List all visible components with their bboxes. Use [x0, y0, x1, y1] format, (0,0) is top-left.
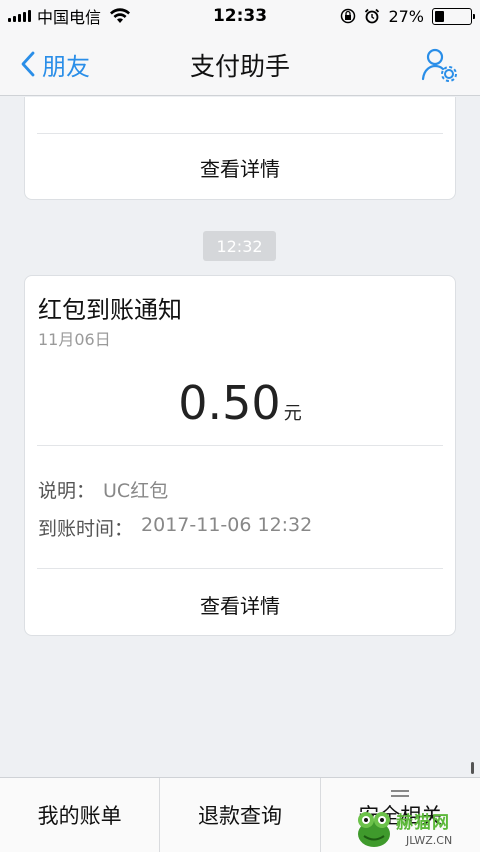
amount-value: 0.50	[178, 376, 281, 430]
arrival-time-value: 2017-11-06 12:32	[141, 514, 313, 536]
scroll-indicator[interactable]	[471, 762, 474, 774]
red-packet-notice-card[interactable]: 红包到账通知 11月06日 0.50 元 说明： UC红包 到账时间： 2017-…	[24, 275, 456, 636]
notice-date: 11月06日	[38, 330, 111, 349]
amount-display: 0.50 元	[25, 376, 455, 430]
message-time-chip: 12:32	[203, 231, 276, 261]
tab-refund-query[interactable]: 退款查询	[160, 778, 321, 852]
signal-strength-icon	[8, 10, 31, 22]
tab-label: 我的账单	[37, 804, 122, 828]
card-divider	[37, 445, 443, 446]
description-label: 说明：	[38, 480, 96, 502]
battery-percent: 27%	[388, 6, 424, 26]
description-value: UC红包	[103, 480, 169, 502]
frog-mascot-logo	[358, 812, 390, 847]
wifi-icon	[110, 8, 131, 23]
arrival-time-row: 到账时间： 2017-11-06 12:32	[38, 514, 312, 541]
battery-level-fill	[435, 10, 445, 22]
chevron-left-icon	[21, 51, 35, 77]
arrival-time-label: 到账时间：	[38, 518, 134, 540]
orientation-lock-icon	[341, 8, 356, 24]
alarm-icon	[365, 8, 380, 24]
navigation-bar: 朋友 支付助手	[0, 32, 480, 96]
tab-label: 退款查询	[197, 804, 282, 828]
submenu-icon	[391, 790, 410, 800]
card-divider	[37, 568, 443, 569]
watermark: 赫猫网 JLWZ.CN	[354, 806, 476, 852]
watermark-text: 赫猫网	[396, 813, 450, 833]
battery-icon	[432, 7, 475, 25]
back-label: 朋友	[42, 52, 90, 81]
view-details-link[interactable]: 查看详情	[25, 590, 455, 619]
description-row: 说明： UC红包	[38, 476, 168, 503]
message-list[interactable]: ▔▀▔▔▀▔▔▀▔ 查看详情 12:32 红包到账通知 11月06日 0.50元…	[0, 97, 480, 777]
view-details-link[interactable]: 查看详情	[25, 153, 455, 182]
notice-title: 红包到账通知	[38, 296, 182, 324]
carrier-name: 中国电信	[37, 8, 102, 27]
tab-my-bills[interactable]: 我的账单	[0, 778, 161, 852]
user-settings-icon[interactable]	[420, 46, 460, 84]
card-divider	[37, 133, 443, 134]
watermark-url: JLWZ.CN	[406, 834, 453, 847]
back-button[interactable]: 朋友	[20, 46, 90, 82]
amount-unit: 元	[283, 403, 302, 424]
status-bar: 中国电信 12:33 27%	[0, 0, 480, 32]
previous-notice-card: ▔▀▔▔▀▔▔▀▔ 查看详情	[24, 97, 456, 200]
